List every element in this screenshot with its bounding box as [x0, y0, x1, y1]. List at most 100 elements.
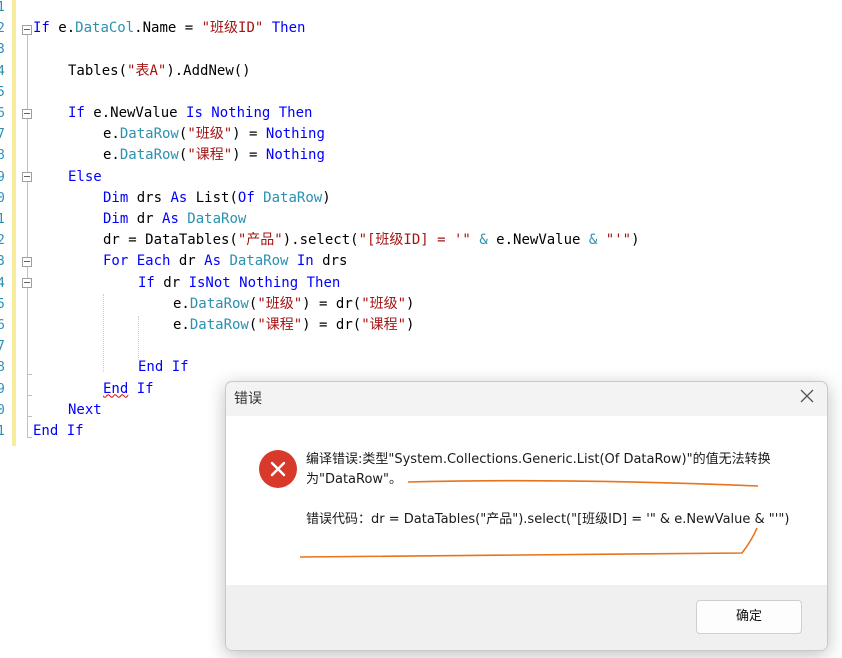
- code-token: End If: [138, 359, 189, 376]
- code-token: Nothing: [265, 126, 325, 143]
- code-line[interactable]: If e.DataCol.Name = "班级ID" Then: [33, 18, 305, 39]
- error-dialog: 错误 编译错误:类型"System.Collections.Generic.Li…: [225, 381, 828, 651]
- line-number: 7: [0, 127, 5, 143]
- line-number: 4: [0, 275, 5, 291]
- code-token: "班级": [187, 126, 233, 143]
- code-token: Tables(: [68, 62, 128, 79]
- code-token: ) = dr(: [302, 317, 362, 333]
- code-token: "班级ID": [201, 20, 264, 37]
- line-number: 8: [0, 360, 5, 376]
- code-token: e.: [103, 126, 120, 143]
- line-number: 2: [0, 233, 5, 249]
- code-token: Dim: [103, 211, 129, 227]
- code-line[interactable]: End If: [33, 421, 84, 442]
- code-token: Then: [263, 20, 306, 37]
- fold-toggle-icon[interactable]: [22, 278, 32, 288]
- code-line[interactable]: For Each dr As DataRow In drs: [103, 251, 347, 272]
- code-line[interactable]: Next: [68, 400, 102, 421]
- line-number: 3: [0, 254, 5, 270]
- code-token: "班级": [361, 295, 407, 312]
- line-number: 9: [0, 381, 5, 397]
- code-token: DataRow: [119, 147, 179, 164]
- code-token: Nothing: [265, 147, 325, 164]
- dialog-footer: 确定: [226, 585, 827, 650]
- code-token: End If: [103, 381, 154, 397]
- code-token: "课程": [187, 147, 233, 164]
- code-token: "产品": [237, 232, 283, 249]
- code-token: As: [170, 189, 188, 206]
- line-number: 7: [0, 339, 5, 355]
- line-number: 1: [0, 424, 5, 439]
- code-token: Next: [68, 401, 102, 418]
- code-token: If: [68, 105, 85, 121]
- code-line[interactable]: e.DataRow("课程") = dr("课程"): [173, 315, 414, 336]
- dialog-body: 编译错误:类型"System.Collections.Generic.List(…: [226, 416, 827, 585]
- code-token: drs: [128, 189, 171, 206]
- fold-guide-end: [27, 374, 32, 375]
- line-number: 1: [0, 212, 5, 227]
- code-token: "课程": [361, 317, 407, 333]
- code-token: drs: [313, 253, 348, 270]
- code-token: DataRow: [221, 253, 289, 270]
- code-token: e.: [49, 20, 76, 37]
- code-line[interactable]: e.DataRow("课程") = Nothing: [103, 145, 325, 166]
- code-token: ) =: [232, 126, 266, 143]
- code-token: dr: [170, 253, 205, 270]
- error-message: 编译错误:类型"System.Collections.Generic.List(…: [306, 452, 771, 487]
- error-code-text: 错误代码：dr = DataTables("产品").select("[班级ID…: [306, 512, 790, 527]
- code-line[interactable]: e.DataRow("班级") = Nothing: [103, 124, 325, 145]
- fold-toggle-icon[interactable]: [22, 109, 32, 119]
- fold-toggle-icon[interactable]: [22, 257, 32, 267]
- code-token: If: [33, 20, 50, 37]
- code-token: As: [162, 211, 179, 227]
- close-icon[interactable]: [799, 388, 815, 404]
- code-line[interactable]: Else: [68, 167, 102, 188]
- line-number: 5: [0, 84, 5, 100]
- fold-toggle-icon[interactable]: [22, 172, 32, 182]
- code-line[interactable]: Dim dr As DataRow: [103, 209, 246, 230]
- code-token: dr = DataTables(: [103, 232, 238, 249]
- code-token: If: [138, 274, 155, 291]
- indent-guide: [138, 316, 139, 360]
- line-number-gutter: 1 2 3 4 5 6 7 8 9 0 1 2 3 4 5 6 7 8 9 0 1: [0, 0, 8, 452]
- code-line[interactable]: If dr IsNot Nothing Then: [138, 273, 340, 294]
- code-token: e.: [103, 147, 120, 164]
- code-line[interactable]: End If: [103, 379, 154, 400]
- line-number: 3: [0, 42, 5, 58]
- code-token: ): [406, 317, 415, 333]
- code-line[interactable]: Tables("表A").AddNew(): [68, 61, 251, 82]
- ok-button[interactable]: 确定: [696, 600, 802, 634]
- indent-guide: [103, 294, 104, 372]
- code-token: Is Nothing Then: [186, 105, 313, 121]
- code-line[interactable]: End If: [138, 357, 189, 378]
- code-token: As: [204, 253, 222, 270]
- code-token: "课程": [257, 317, 303, 333]
- fold-toggle-icon[interactable]: [22, 25, 32, 35]
- line-number: 0: [0, 190, 5, 206]
- code-line[interactable]: If e.NewValue Is Nothing Then: [68, 103, 312, 124]
- line-number: 2: [0, 21, 5, 37]
- code-token: "班级": [257, 295, 303, 312]
- line-number: 9: [0, 169, 5, 185]
- code-token: dr: [154, 274, 189, 291]
- fold-guide-end: [27, 416, 32, 417]
- code-token: Dim: [103, 189, 129, 206]
- code-token: In: [288, 253, 314, 270]
- code-token: "表A": [127, 62, 167, 79]
- code-token: ): [322, 189, 331, 206]
- code-token: ).select(: [282, 232, 359, 249]
- code-token: e.: [173, 295, 190, 312]
- code-token: "[班级ID] = '": [358, 232, 471, 249]
- code-token: .Name =: [134, 20, 202, 37]
- fold-guide-end: [27, 437, 32, 438]
- code-token: DataRow: [254, 189, 323, 206]
- code-token: Else: [68, 168, 102, 185]
- line-number: 1: [0, 0, 5, 15]
- line-number: 6: [0, 318, 5, 333]
- code-token: End If: [33, 423, 84, 439]
- code-line[interactable]: Dim drs As List(Of DataRow): [103, 188, 331, 209]
- line-number: 4: [0, 63, 5, 79]
- code-line[interactable]: e.DataRow("班级") = dr("班级"): [173, 294, 414, 315]
- code-line[interactable]: dr = DataTables("产品").select("[班级ID] = '…: [103, 230, 640, 251]
- code-token: DataRow: [119, 126, 179, 143]
